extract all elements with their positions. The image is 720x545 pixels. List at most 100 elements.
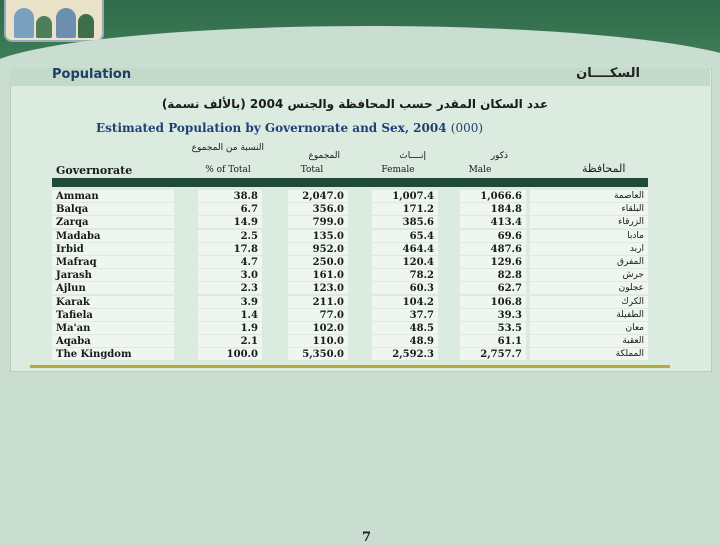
cell-female: 2,592.3 [372, 348, 438, 361]
cell-percent: 6.7 [198, 203, 262, 216]
cell-percent: 17.8 [198, 242, 262, 255]
cell-female: 1,007.4 [372, 190, 438, 202]
table-title-en-unit: (000) [450, 121, 484, 135]
cell-male: 487.6 [460, 242, 526, 255]
cell-governorate-ar: الطفيلة [530, 308, 648, 321]
cell-total: 356.0 [288, 203, 348, 216]
cell-total: 135.0 [288, 229, 348, 242]
cell-governorate-ar: مادبا [530, 229, 648, 242]
cell-governorate-ar: العقبة [530, 335, 648, 348]
table-top-rule [52, 178, 648, 187]
cell-governorate-ar: اربد [530, 242, 648, 255]
cell-male: 1,066.6 [460, 190, 526, 202]
cell-governorate: Amman [52, 190, 174, 202]
table-row: Jarash 3.0 161.0 78.2 82.8 جرش [52, 269, 648, 282]
table-title-ar: عدد السكان المقدر حسب المحافظة والجنس 20… [161, 97, 549, 111]
cell-governorate: Irbid [52, 242, 174, 255]
table-row: The Kingdom 100.0 5,350.0 2,592.3 2,757.7 الم… [52, 348, 648, 361]
cell-percent: 3.9 [198, 295, 262, 308]
cell-governorate-ar: عجلون [530, 282, 648, 295]
table-row: Madaba 2.5 135.0 65.4 69.6 مادبا [52, 229, 648, 243]
cell-female: 37.7 [372, 308, 438, 321]
cell-female: 171.2 [372, 203, 438, 216]
cell-total: 211.0 [288, 295, 348, 308]
table-row: Karak 3.9 211.0 104.2 106.8 الكرك [52, 295, 648, 309]
table-row: Zarqa 14.9 799.0 385.6 413.4 الزرقاء [52, 216, 648, 229]
cell-governorate: Aqaba [52, 335, 174, 348]
cell-total: 2,047.0 [288, 190, 348, 202]
cell-male: 184.8 [460, 203, 526, 216]
table-row: Balqa 6.7 356.0 171.2 184.8 البلقاء [52, 203, 648, 216]
table-row: Amman 38.8 2,047.0 1,007.4 1,066.6 العاصمة [52, 190, 648, 203]
cell-percent: 100.0 [198, 348, 262, 361]
table-row: Aqaba 2.1 110.0 48.9 61.1 العقبة [52, 335, 648, 348]
col-head-female-en: Female [381, 165, 415, 175]
cell-governorate-ar: الزرقاء [530, 216, 648, 229]
cell-governorate: The Kingdom [52, 348, 174, 361]
cell-governorate: Karak [52, 295, 174, 308]
col-head-governorate: Governorate [56, 164, 133, 177]
cell-male: 82.8 [460, 269, 526, 282]
cell-female: 385.6 [372, 216, 438, 229]
cell-total: 799.0 [288, 216, 348, 229]
cell-male: 39.3 [460, 308, 526, 321]
cell-governorate: Madaba [52, 229, 174, 242]
cell-percent: 1.4 [198, 308, 262, 321]
cell-percent: 2.3 [198, 282, 262, 295]
cell-total: 5,350.0 [288, 348, 348, 361]
table-row: Tafiela 1.4 77.0 37.7 39.3 الطفيلة [52, 308, 648, 322]
cell-percent: 3.0 [198, 269, 262, 282]
cell-governorate: Balqa [52, 203, 174, 216]
col-head-governorate-ar: المحافظة [582, 162, 626, 175]
cell-male: 106.8 [460, 295, 526, 308]
cell-governorate-ar: البلقاء [530, 203, 648, 216]
cell-percent: 14.9 [198, 216, 262, 229]
cell-male: 413.4 [460, 216, 526, 229]
cell-percent: 4.7 [198, 256, 262, 268]
col-head-female-ar: إنــــاث [399, 151, 426, 161]
cell-governorate: Ma'an [52, 322, 174, 334]
cell-female: 464.4 [372, 242, 438, 255]
cell-total: 110.0 [288, 335, 348, 348]
cell-total: 123.0 [288, 282, 348, 295]
section-title-en: Population [52, 67, 132, 82]
table-row: Irbid 17.8 952.0 464.4 487.6 اربد [52, 242, 648, 256]
cell-female: 120.4 [372, 256, 438, 268]
cell-governorate: Ajlun [52, 282, 174, 295]
cell-governorate: Tafiela [52, 308, 174, 321]
cell-male: 2,757.7 [460, 348, 526, 361]
cell-female: 78.2 [372, 269, 438, 282]
cell-female: 60.3 [372, 282, 438, 295]
col-head-male-en: Male [468, 165, 492, 175]
cell-male: 61.1 [460, 335, 526, 348]
cell-male: 129.6 [460, 256, 526, 268]
table-row: Ajlun 2.3 123.0 60.3 62.7 عجلون [52, 282, 648, 295]
cell-governorate: Jarash [52, 269, 174, 282]
cell-total: 77.0 [288, 308, 348, 321]
cell-governorate-ar: جرش [530, 269, 648, 282]
cell-female: 48.9 [372, 335, 438, 348]
cell-male: 69.6 [460, 229, 526, 242]
col-head-male-ar: ذكور [490, 151, 508, 161]
col-head-total-ar: المجموع [308, 151, 340, 161]
cell-female: 65.4 [372, 229, 438, 242]
table-title-en-main: Estimated Population by Governorate and … [96, 121, 447, 135]
table-bottom-rule [30, 365, 670, 368]
cell-percent: 2.5 [198, 229, 262, 242]
cell-female: 48.5 [372, 322, 438, 334]
family-logo-icon [4, 0, 104, 42]
cell-total: 952.0 [288, 242, 348, 255]
col-head-percent-en: % of Total [205, 165, 251, 175]
table-title-en: Estimated Population by Governorate and … [96, 121, 616, 135]
col-head-percent-ar: النسبة من المجموع [191, 143, 264, 153]
cell-total: 102.0 [288, 322, 348, 334]
col-head-total-en: Total [300, 165, 324, 175]
table-row: Mafraq 4.7 250.0 120.4 129.6 المفرق [52, 256, 648, 269]
cell-percent: 38.8 [198, 190, 262, 202]
cell-female: 104.2 [372, 295, 438, 308]
cell-governorate-ar: المفرق [530, 256, 648, 268]
cell-governorate: Zarqa [52, 216, 174, 229]
cell-male: 62.7 [460, 282, 526, 295]
cell-male: 53.5 [460, 322, 526, 334]
section-title-ar: السكــــان [576, 66, 640, 81]
